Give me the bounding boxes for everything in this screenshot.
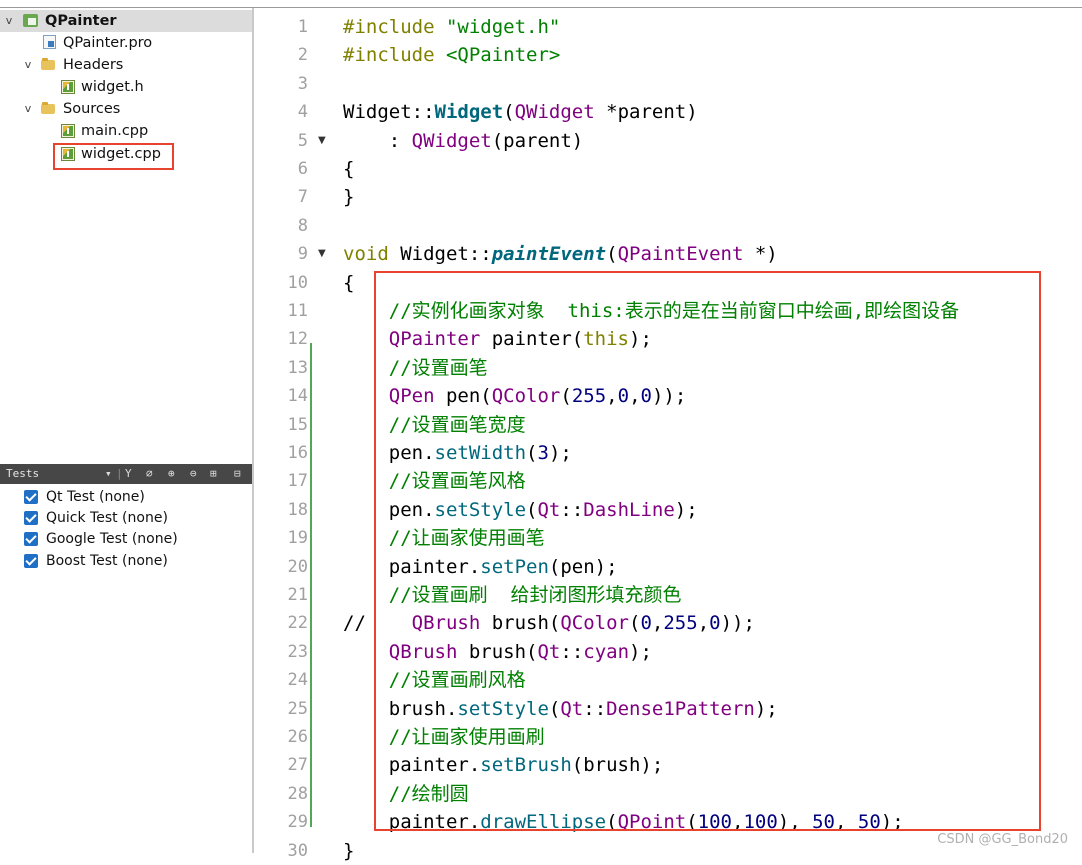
code-text: } (343, 186, 355, 209)
code-line: 7} (254, 183, 1082, 211)
line-number[interactable]: 26 (274, 723, 308, 751)
fold-arrow-icon[interactable]: ▼ (318, 240, 326, 268)
chevron-down-icon[interactable]: v (22, 98, 34, 120)
line-number[interactable]: 23 (274, 638, 308, 666)
line-number[interactable]: 19 (274, 524, 308, 552)
change-marker (310, 343, 312, 827)
tests-panel-header: Tests ▾ | Y ∅ ⊕ ⊖ ⊞ ⊟ (0, 464, 252, 484)
code-text: void Widget::paintEvent(QPaintEvent *) (343, 243, 778, 266)
header-file-icon (61, 80, 75, 94)
tree-item-label: main.cpp (81, 123, 149, 139)
project-icon (23, 14, 38, 27)
tree-item-widget-h[interactable]: widget.h (0, 76, 252, 98)
tree-item-label: Sources (63, 101, 121, 117)
highlight-box (374, 271, 1041, 831)
test-item-label: Boost Test (none) (46, 553, 168, 569)
line-number[interactable]: 27 (274, 751, 308, 779)
dropdown-arrow-icon[interactable]: ▾ (105, 464, 112, 484)
line-number[interactable]: 2 (274, 41, 308, 69)
code-line: 8 (254, 212, 1082, 240)
code-line: 1 #include "widget.h" (254, 13, 1082, 41)
expand-all-icon[interactable]: ⊕ (168, 464, 175, 484)
tree-item-label: Headers (63, 57, 124, 73)
line-number[interactable]: 6 (274, 155, 308, 183)
tests-title: Tests (6, 467, 40, 480)
test-item-label: Quick Test (none) (46, 510, 168, 526)
checkbox[interactable] (24, 554, 38, 568)
filter-icon[interactable]: Y (125, 464, 132, 484)
line-number[interactable]: 11 (274, 297, 308, 325)
tree-item-main-cpp[interactable]: main.cpp (0, 120, 252, 142)
tree-item-label: QPainter.pro (63, 35, 153, 51)
pro-file-icon (43, 35, 56, 49)
test-item-label: Qt Test (none) (46, 489, 145, 505)
highlight-box (53, 143, 174, 170)
chevron-down-icon[interactable]: v (22, 54, 34, 76)
code-line: 4 Widget::Widget(QWidget *parent) (254, 98, 1082, 126)
wand-icon[interactable]: ∅ (146, 464, 153, 484)
fold-arrow-icon[interactable]: ▼ (318, 127, 326, 155)
line-number[interactable]: 14 (274, 382, 308, 410)
line-number[interactable]: 13 (274, 354, 308, 382)
project-label: QPainter (45, 13, 117, 29)
line-number[interactable]: 17 (274, 467, 308, 495)
line-number[interactable]: 22 (274, 609, 308, 637)
code-text: #include "widget.h" (343, 16, 561, 38)
code-line: 9 ▼ void Widget::paintEvent(QPaintEvent *) (254, 240, 1082, 268)
code-text: #include <QPainter> (343, 44, 561, 67)
line-number[interactable]: 30 (274, 837, 308, 865)
line-number[interactable]: 25 (274, 695, 308, 723)
add-icon[interactable]: ⊞ (210, 464, 217, 484)
code-text: { (343, 158, 355, 180)
watermark: CSDN @GG_Bond20 (937, 832, 1068, 847)
headers-folder-icon (41, 58, 55, 70)
code-text: Widget::Widget(QWidget *parent) (343, 101, 698, 124)
sources-folder-icon (41, 102, 55, 114)
collapse-all-icon[interactable]: ⊖ (190, 464, 197, 484)
line-number[interactable]: 12 (274, 325, 308, 353)
line-number[interactable]: 18 (274, 496, 308, 524)
code-line: 3 (254, 70, 1082, 98)
line-number[interactable]: 8 (274, 212, 308, 240)
checkbox[interactable] (24, 532, 38, 546)
line-number[interactable]: 7 (274, 183, 308, 211)
line-number[interactable]: 29 (274, 808, 308, 836)
line-number[interactable]: 21 (274, 581, 308, 609)
line-number[interactable]: 1 (274, 13, 308, 41)
checkbox[interactable] (24, 490, 38, 504)
code-line: 5 ▼ : QWidget(parent) (254, 127, 1082, 155)
test-item-label: Google Test (none) (46, 531, 178, 547)
line-number[interactable]: 10 (274, 269, 308, 297)
tree-item-label: widget.h (81, 79, 144, 95)
line-number[interactable]: 9 (274, 240, 308, 268)
code-line: 6{ (254, 155, 1082, 183)
cpp-file-icon (61, 124, 75, 138)
tree-item-headers[interactable]: v Headers (0, 54, 252, 76)
code-line: 2 #include <QPainter> (254, 41, 1082, 69)
tree-item-sources[interactable]: v Sources (0, 98, 252, 120)
close-pane-icon[interactable]: ⊟ (234, 464, 241, 484)
code-text: } (343, 839, 355, 862)
line-number[interactable]: 20 (274, 553, 308, 581)
tree-item-pro-file[interactable]: QPainter.pro (0, 32, 252, 54)
divider: | (116, 467, 123, 480)
line-number[interactable]: 24 (274, 666, 308, 694)
checkbox[interactable] (24, 511, 38, 525)
line-number[interactable]: 15 (274, 411, 308, 439)
line-number[interactable]: 3 (274, 70, 308, 98)
line-number[interactable]: 16 (274, 439, 308, 467)
line-number[interactable]: 4 (274, 98, 308, 126)
code-text: { (343, 271, 355, 294)
line-number[interactable]: 5 (274, 127, 308, 155)
line-number[interactable]: 28 (274, 780, 308, 808)
chevron-down-icon[interactable]: v (3, 10, 15, 32)
tree-item-project[interactable]: v QPainter (0, 10, 252, 32)
code-text: : QWidget(parent) (343, 129, 584, 152)
